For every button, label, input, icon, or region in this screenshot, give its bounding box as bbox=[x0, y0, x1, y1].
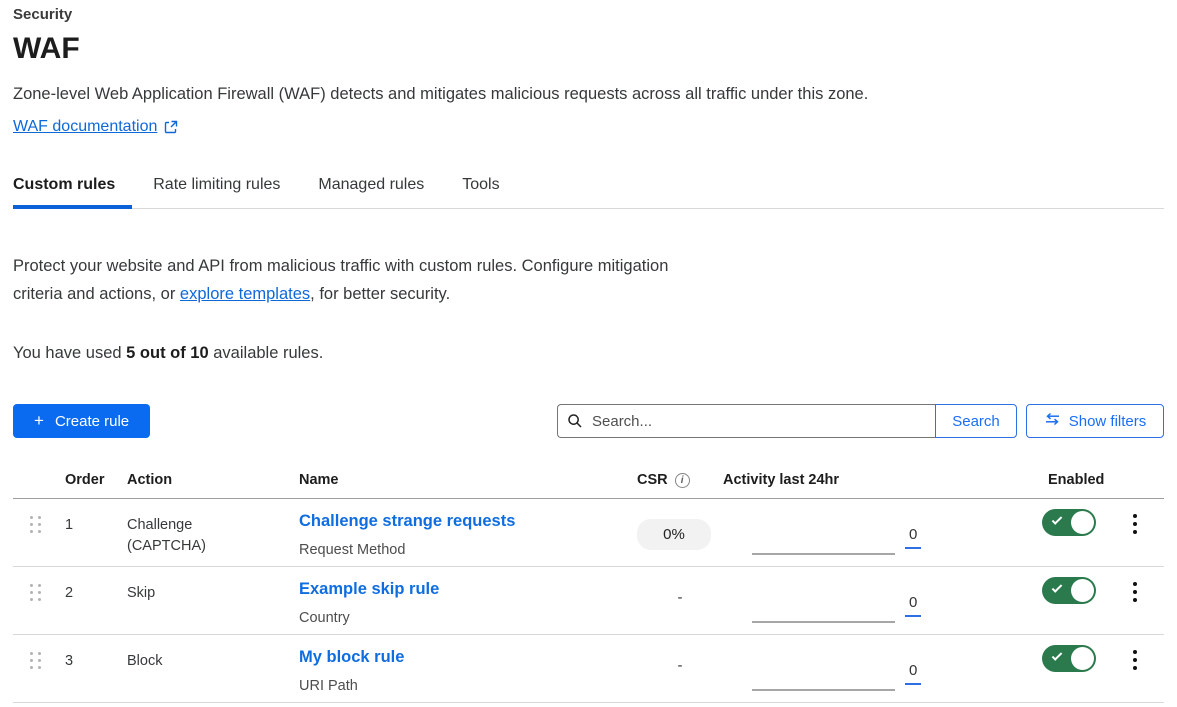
kebab-menu-icon[interactable] bbox=[1130, 582, 1140, 602]
rule-action: Challenge (CAPTCHA) bbox=[127, 499, 299, 566]
table-header-row: Order Action Name CSR i Activity last 24… bbox=[13, 466, 1164, 499]
tab-bar: Custom rules Rate limiting rules Managed… bbox=[13, 164, 1164, 209]
show-filters-button-label: Show filters bbox=[1069, 413, 1147, 430]
activity-count-link[interactable]: 0 bbox=[905, 592, 921, 617]
header-order: Order bbox=[65, 466, 127, 498]
check-icon bbox=[1052, 514, 1063, 525]
csr-badge: 0% bbox=[637, 519, 711, 550]
intro-paragraph: Protect your website and API from malici… bbox=[13, 252, 1164, 308]
enabled-toggle[interactable] bbox=[1042, 645, 1096, 672]
activity-count-link[interactable]: 0 bbox=[905, 524, 921, 549]
waf-documentation-link[interactable]: WAF documentation bbox=[13, 118, 178, 136]
header-activity: Activity last 24hr bbox=[723, 466, 1030, 498]
activity-sparkline bbox=[752, 621, 895, 623]
table-row: 2 Skip Example skip rule Country - 0 bbox=[13, 567, 1164, 635]
rule-field: URI Path bbox=[299, 676, 620, 697]
intro-line-1: Protect your website and API from malici… bbox=[13, 252, 1164, 280]
rule-name-link[interactable]: Example skip rule bbox=[299, 580, 439, 598]
drag-handle-icon[interactable] bbox=[30, 516, 42, 533]
page-description: Zone-level Web Application Firewall (WAF… bbox=[13, 85, 1164, 104]
rule-action: Skip bbox=[127, 567, 299, 634]
header-name: Name bbox=[299, 466, 620, 498]
enabled-toggle[interactable] bbox=[1042, 509, 1096, 536]
page-title: WAF bbox=[13, 32, 1164, 66]
show-filters-button[interactable]: Show filters bbox=[1026, 404, 1164, 438]
activity-sparkline bbox=[752, 553, 895, 555]
activity-count-link[interactable]: 0 bbox=[905, 660, 921, 685]
intro-line-2-post: , for better security. bbox=[310, 285, 450, 303]
rule-order: 1 bbox=[65, 499, 127, 566]
usage-text-post: available rules. bbox=[209, 344, 324, 362]
enabled-toggle[interactable] bbox=[1042, 577, 1096, 604]
header-enabled: Enabled bbox=[1030, 466, 1110, 498]
rule-name-link[interactable]: My block rule bbox=[299, 648, 404, 666]
breadcrumb-security: Security bbox=[13, 6, 1164, 23]
tab-rate-limiting-rules[interactable]: Rate limiting rules bbox=[153, 164, 280, 208]
create-rule-button-label: Create rule bbox=[55, 413, 129, 430]
header-menu-spacer bbox=[1110, 466, 1164, 498]
usage-count: 5 out of 10 bbox=[126, 344, 209, 362]
tab-custom-rules[interactable]: Custom rules bbox=[13, 164, 115, 208]
rule-field: Request Method bbox=[299, 540, 620, 561]
rule-usage-summary: You have used 5 out of 10 available rule… bbox=[13, 344, 1164, 363]
kebab-menu-icon[interactable] bbox=[1130, 514, 1140, 534]
search-button[interactable]: Search bbox=[935, 404, 1017, 438]
search-input[interactable] bbox=[557, 404, 935, 438]
create-rule-button[interactable]: + Create rule bbox=[13, 404, 150, 438]
header-csr: CSR bbox=[637, 472, 668, 488]
header-action: Action bbox=[127, 466, 299, 498]
rule-order: 3 bbox=[65, 635, 127, 702]
csr-value: - bbox=[637, 645, 723, 676]
rules-toolbar: + Create rule Search bbox=[13, 404, 1164, 438]
explore-templates-link[interactable]: explore templates bbox=[180, 285, 310, 303]
external-link-icon bbox=[164, 120, 178, 134]
drag-handle-icon[interactable] bbox=[30, 652, 42, 669]
table-row: 3 Block My block rule URI Path - 0 bbox=[13, 635, 1164, 703]
rule-field: Country bbox=[299, 608, 620, 629]
rule-action: Block bbox=[127, 635, 299, 702]
drag-handle-icon[interactable] bbox=[30, 584, 42, 601]
check-icon bbox=[1052, 650, 1063, 661]
activity-sparkline bbox=[752, 689, 895, 691]
kebab-menu-icon[interactable] bbox=[1130, 650, 1140, 670]
waf-page: Security WAF Zone-level Web Application … bbox=[0, 0, 1177, 703]
intro-line-2-pre: criteria and actions, or bbox=[13, 285, 180, 303]
custom-rules-table: Order Action Name CSR i Activity last 24… bbox=[13, 466, 1164, 703]
rule-name-link[interactable]: Challenge strange requests bbox=[299, 512, 515, 530]
info-icon[interactable]: i bbox=[675, 473, 690, 488]
tab-tools[interactable]: Tools bbox=[462, 164, 499, 208]
csr-value: - bbox=[637, 577, 723, 608]
check-icon bbox=[1052, 582, 1063, 593]
plus-icon: + bbox=[34, 411, 44, 431]
usage-text-pre: You have used bbox=[13, 344, 126, 362]
header-handle-spacer bbox=[13, 466, 65, 498]
rule-order: 2 bbox=[65, 567, 127, 634]
tab-managed-rules[interactable]: Managed rules bbox=[318, 164, 424, 208]
swap-arrows-icon bbox=[1044, 412, 1061, 430]
waf-documentation-link-label: WAF documentation bbox=[13, 118, 157, 136]
table-row: 1 Challenge (CAPTCHA) Challenge strange … bbox=[13, 499, 1164, 567]
